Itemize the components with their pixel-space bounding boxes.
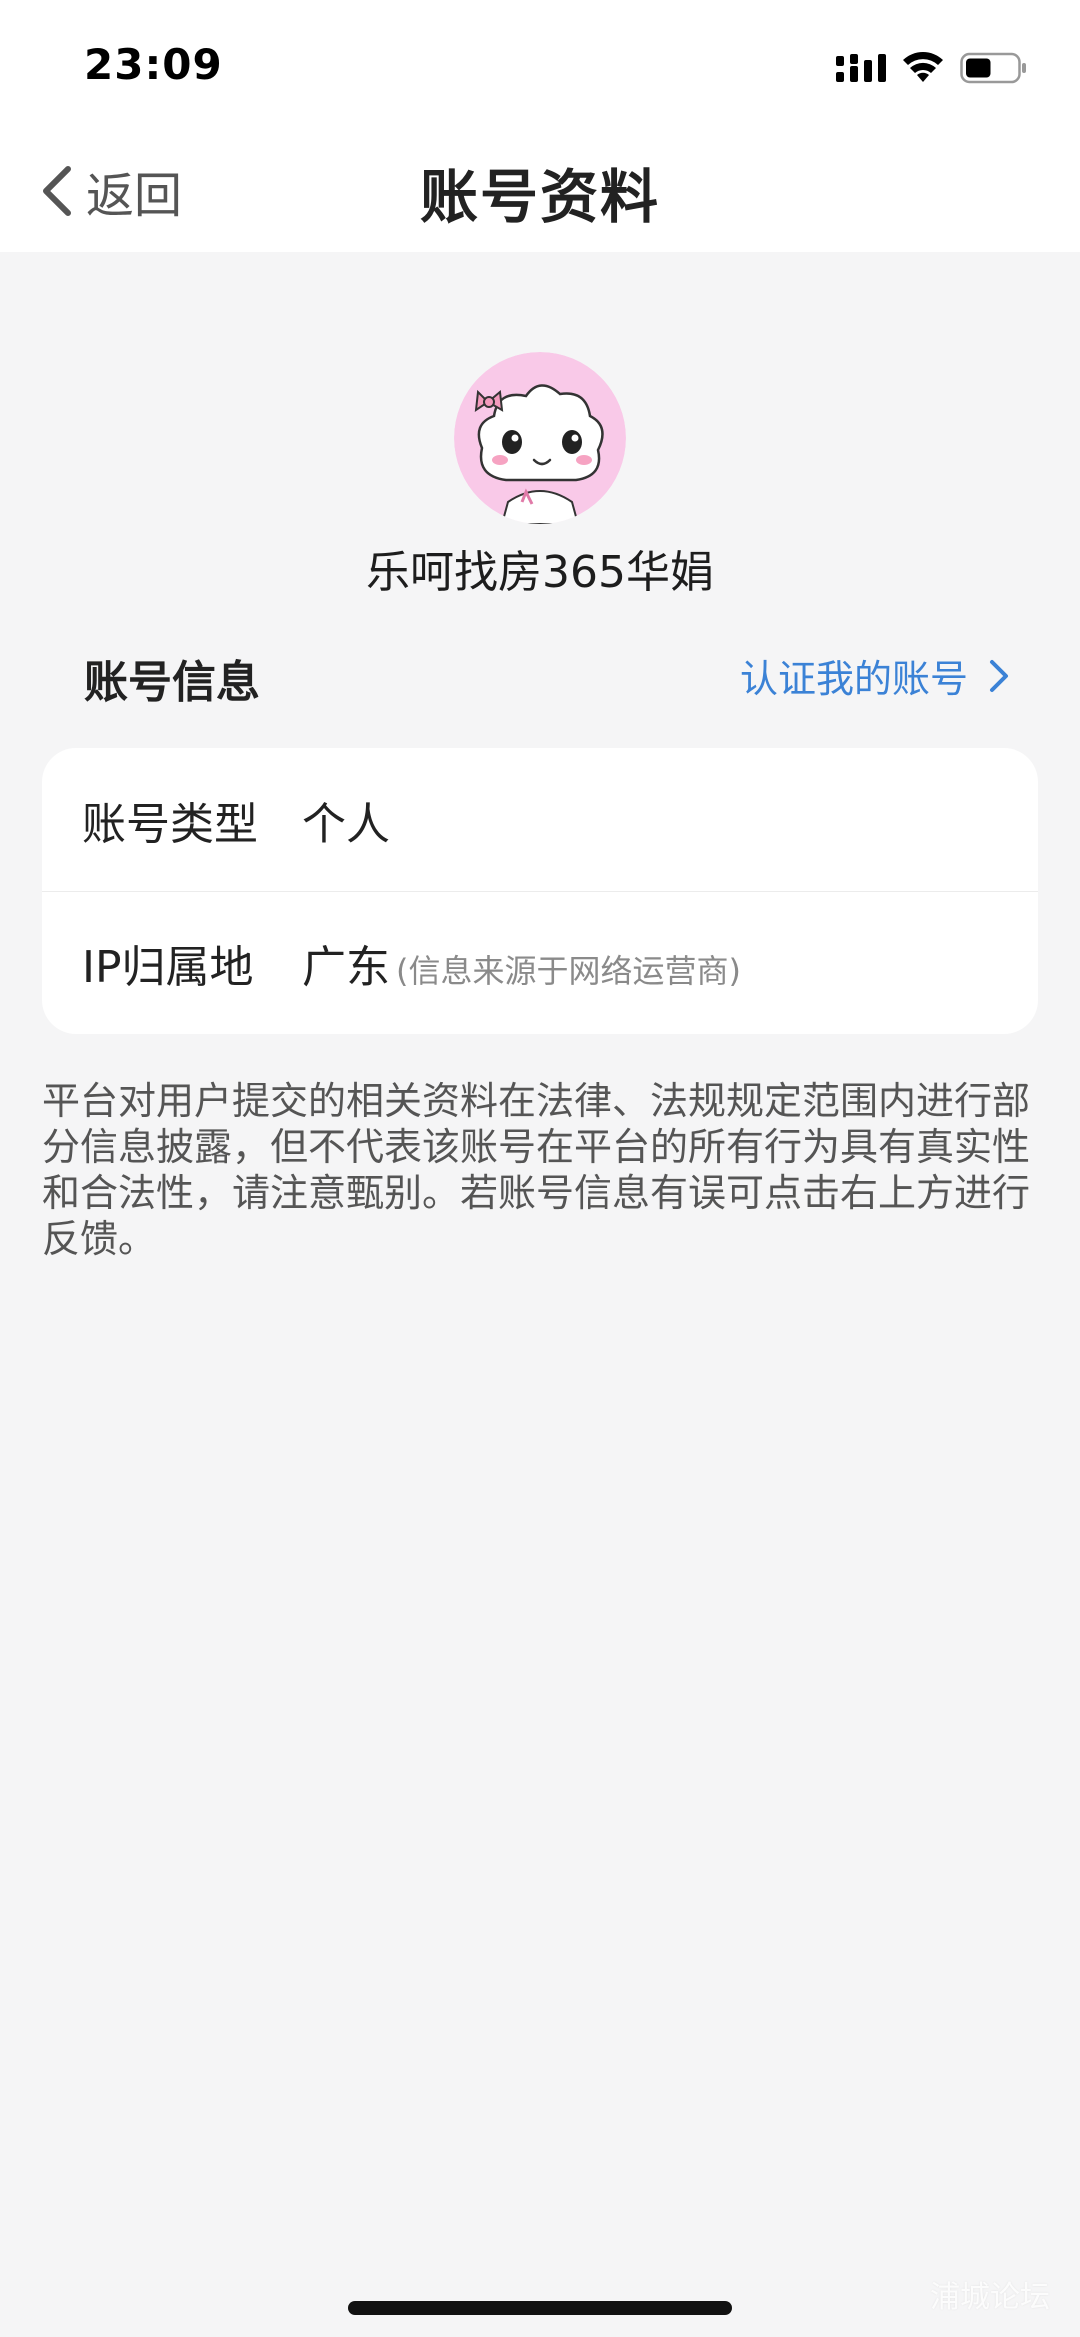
cellular-signal-icon <box>836 54 886 82</box>
ip-location-label: IP归属地 <box>82 942 254 993</box>
account-profile-screen: 23:09 返回 账号资料 乐呵找房365华娟 账号信息 认证我的账号 账号类型… <box>0 0 1080 2337</box>
wifi-icon <box>903 52 943 82</box>
avatar[interactable] <box>454 352 626 524</box>
verify-account-link[interactable]: 认证我的账号 <box>740 648 1010 703</box>
account-info-card: 账号类型 个人 IP归属地 广东 (信息来源于网络运营商) <box>42 748 1038 1034</box>
ip-location-value-group: 广东 (信息来源于网络运营商) <box>302 931 741 995</box>
disclosure-notice: 平台对用户提交的相关资料在法律、法规规定范围内进行部分信息披露，但不代表该账号在… <box>42 1079 1031 1261</box>
account-type-row: 账号类型 个人 <box>42 748 1038 891</box>
section-title-account-info: 账号信息 <box>84 657 260 708</box>
account-type-value: 个人 <box>302 798 390 850</box>
cloud-girl-avatar-icon <box>454 352 626 524</box>
home-indicator[interactable] <box>348 2301 732 2315</box>
battery-icon <box>960 52 1026 84</box>
status-time: 23:09 <box>84 40 223 89</box>
top-bar: 23:09 返回 账号资料 <box>0 0 1080 252</box>
ip-location-row: IP归属地 广东 (信息来源于网络运营商) <box>42 891 1038 1034</box>
nickname: 乐呵找房365华娟 <box>366 547 714 598</box>
ip-source-hint: (信息来源于网络运营商) <box>396 952 741 990</box>
page-title: 账号资料 <box>419 163 660 231</box>
verify-account-label: 认证我的账号 <box>739 657 968 701</box>
ip-location-value: 广东 <box>302 942 390 993</box>
watermark: 浦城论坛 <box>930 2280 1050 2315</box>
account-type-label: 账号类型 <box>82 798 258 850</box>
chevron-right-icon <box>990 659 1008 692</box>
